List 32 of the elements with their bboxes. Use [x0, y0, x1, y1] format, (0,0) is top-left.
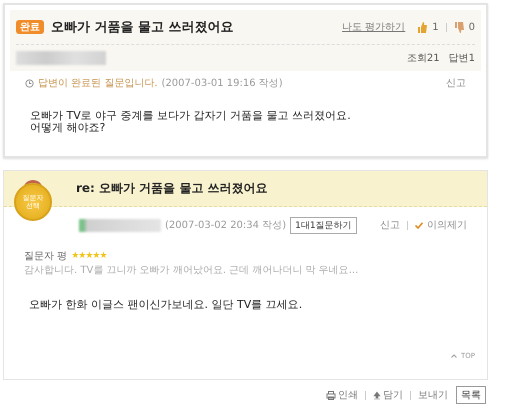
- footer-action[interactable]: 보내기: [418, 388, 448, 402]
- timestamp: (2007-03-01 19:16 작성): [162, 77, 283, 90]
- rating-label: 질문자 평: [24, 250, 68, 263]
- caret-up-icon: [450, 354, 457, 358]
- rate-link[interactable]: 나도 평가하기: [342, 20, 406, 34]
- report-link[interactable]: 신고: [446, 76, 466, 90]
- dislike-count: 0: [468, 22, 475, 32]
- upload-arrow-icon: [373, 390, 381, 400]
- timestamp: (2007-03-02 20:34 작성): [165, 219, 286, 232]
- footer-action[interactable]: 담기: [373, 388, 403, 402]
- objection-link[interactable]: 이의제기: [427, 218, 467, 232]
- answer-count: 답변1: [448, 52, 475, 65]
- list-button[interactable]: 목록: [456, 386, 486, 404]
- thumbs-down-icon[interactable]: [454, 22, 465, 32]
- status-note: 답변이 완료된 질문입니다.: [38, 77, 158, 90]
- ask-button[interactable]: 1대1질문하기: [290, 216, 357, 234]
- star-rating: ★★★★★: [71, 251, 107, 261]
- view-count: 조회21: [406, 52, 440, 65]
- footer-action[interactable]: 인쇄: [326, 388, 358, 402]
- thumbs-up-icon[interactable]: [417, 22, 428, 32]
- question-text: 오빠가 TV로 야구 중계를 보다가 갑자기 거품을 물고 쓰러졌어요.: [30, 110, 352, 122]
- check-icon: [415, 222, 423, 228]
- answer-text: 오빠가 한화 이글스 팬이신가보네요. 일단 TV를 끄세요.: [28, 297, 304, 312]
- status-badge: 완료: [16, 20, 44, 34]
- answer-title: re: 오빠가 거품을 물고 쓰러졌어요: [76, 180, 268, 197]
- asker-comment: 감사합니다. TV를 끄니까 오빠가 깨어났어요. 근데 깨어나더니 막 우네요...: [23, 264, 360, 277]
- question-text: 어떻게 해야죠?: [30, 122, 106, 134]
- clock-icon: [25, 78, 34, 88]
- like-count: 1: [432, 22, 439, 32]
- printer-icon: [326, 390, 336, 400]
- report-link[interactable]: 신고: [380, 218, 400, 232]
- question-title: 오빠가 거품을 물고 쓰러졌어요: [51, 19, 234, 36]
